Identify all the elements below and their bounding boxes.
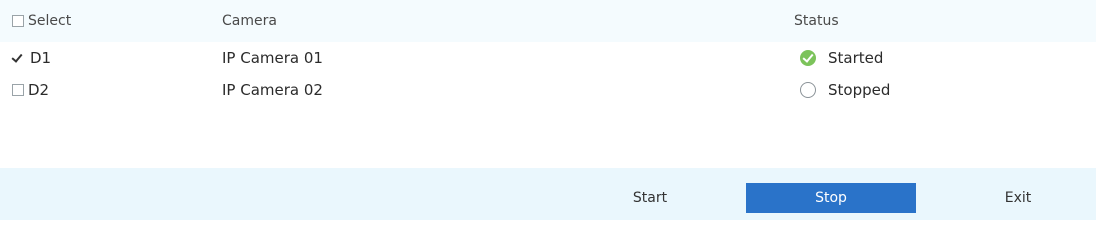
row-status: Stopped (800, 74, 890, 106)
select-all-checkbox[interactable] (12, 15, 24, 27)
row-id: D2 (28, 81, 50, 99)
camera-status-panel: Select Camera Status D1 IP Camera 01 Sta… (0, 0, 1096, 220)
row-checkbox[interactable] (12, 84, 24, 96)
row-select[interactable]: D1 (12, 42, 51, 74)
checkmark-icon[interactable] (12, 52, 26, 64)
check-circle-icon (800, 50, 816, 66)
row-status: Started (800, 42, 883, 74)
header-select[interactable]: Select (12, 0, 71, 42)
table-row[interactable]: D1 IP Camera 01 Started (0, 42, 1096, 74)
row-camera: IP Camera 02 (222, 81, 323, 99)
empty-circle-icon (800, 82, 816, 98)
stop-button[interactable]: Stop (746, 183, 916, 213)
row-id: D1 (30, 49, 52, 67)
button-bar: Start Stop Exit (0, 168, 1096, 220)
status-label: Stopped (828, 81, 891, 99)
row-camera: IP Camera 01 (222, 49, 323, 67)
status-label: Started (828, 49, 884, 67)
exit-button[interactable]: Exit (948, 183, 1088, 213)
start-button[interactable]: Start (580, 183, 720, 213)
table-row[interactable]: D2 IP Camera 02 Stopped (0, 74, 1096, 106)
table-header: Select Camera Status (0, 0, 1096, 42)
header-status: Status (794, 13, 839, 29)
header-select-label: Select (28, 13, 72, 29)
camera-table: Select Camera Status D1 IP Camera 01 Sta… (0, 0, 1096, 106)
header-camera: Camera (222, 13, 277, 29)
row-select[interactable]: D2 (12, 74, 49, 106)
